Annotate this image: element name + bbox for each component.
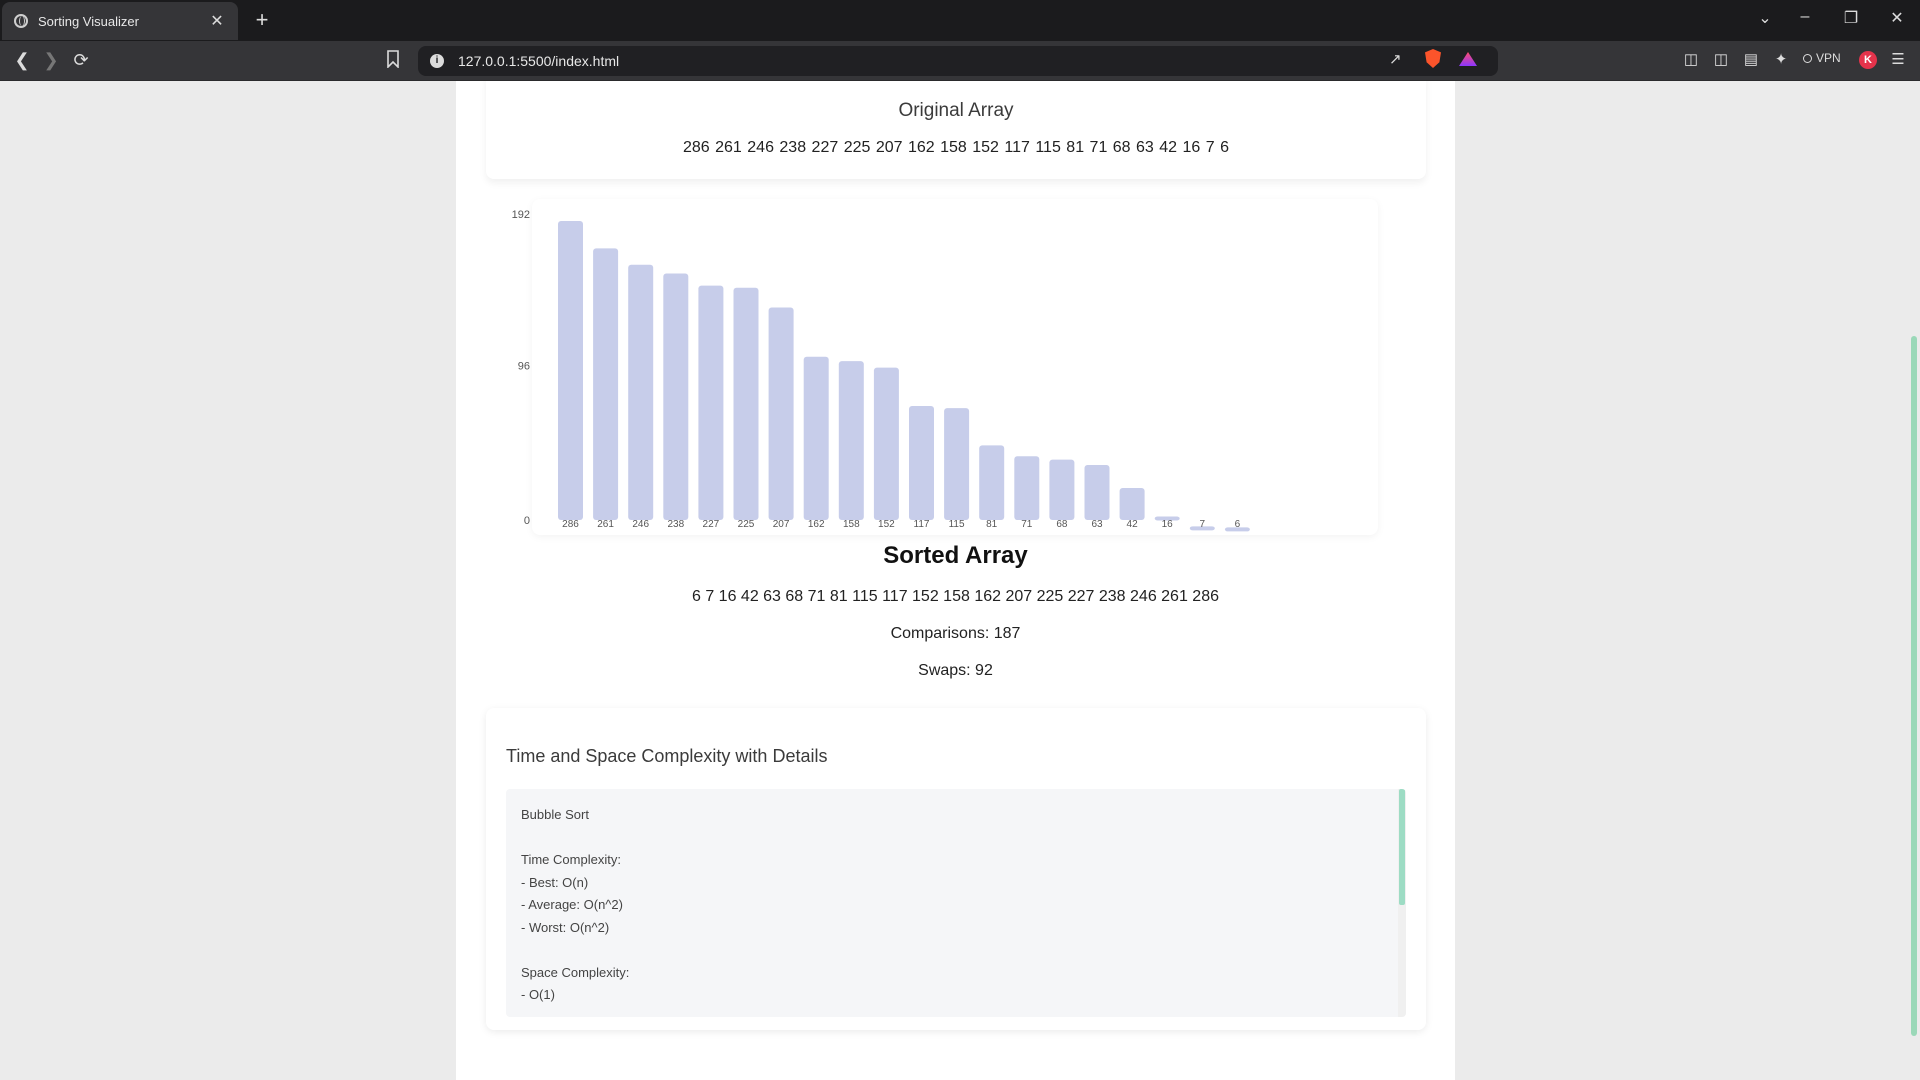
reload-icon[interactable]: ⟳ xyxy=(70,50,92,71)
bar xyxy=(1084,465,1110,520)
sorted-array-title: Sorted Array xyxy=(883,542,1028,569)
bar xyxy=(558,221,583,520)
details-scrollbar-thumb[interactable] xyxy=(1399,789,1405,905)
bar xyxy=(768,307,794,520)
bookmark-icon[interactable] xyxy=(386,50,400,68)
original-array-title: Original Array xyxy=(898,100,1014,121)
complexity-details-box[interactable]: Bubble Sort Time Complexity: - Best: O(n… xyxy=(506,789,1406,1017)
minimize-icon[interactable]: – xyxy=(1793,8,1817,26)
bar xyxy=(1014,456,1040,520)
vpn-button[interactable]: VPN xyxy=(1803,51,1841,65)
bar-chart: 0 96 192 286 261 246 238 227 225 207 162 158 152 117 1… xyxy=(486,187,1426,537)
globe-icon xyxy=(14,14,28,28)
page-scrollbar-thumb[interactable] xyxy=(1911,336,1917,1036)
x-tick-label: 286 xyxy=(562,519,579,530)
bar xyxy=(663,273,689,520)
x-tick-label: 16 xyxy=(1162,519,1174,530)
x-tick-label: 117 xyxy=(914,519,930,530)
main-container: Original Array 286 261 246 238 227 225 2… xyxy=(456,81,1455,1080)
x-tick-label: 238 xyxy=(667,519,684,530)
x-tick-label: 7 xyxy=(1200,519,1206,530)
swaps-count: Swaps: 92 xyxy=(918,662,993,679)
bar xyxy=(698,285,724,520)
x-tick-label: 246 xyxy=(632,519,649,530)
browser-tab[interactable]: Sorting Visualizer ✕ xyxy=(2,2,238,40)
browser-tab-strip: Sorting Visualizer ✕ + ⌄ – ❐ ✕ xyxy=(0,0,1920,41)
original-array-values: 286 261 246 238 227 225 207 162 158 152 … xyxy=(682,139,1229,156)
bar xyxy=(1119,488,1145,520)
sidebar-icon[interactable]: ◫ xyxy=(1711,50,1731,68)
page-scrollbar[interactable] xyxy=(1908,81,1920,1080)
x-tick-label: 158 xyxy=(843,519,860,530)
x-tick-label: 115 xyxy=(949,519,965,530)
bar xyxy=(944,408,970,520)
x-tick-label: 225 xyxy=(738,519,755,530)
x-tick-label: 71 xyxy=(1021,519,1033,530)
bar-chart-svg: 0 96 192 286 261 246 238 227 225 207 162 158 152 117 1… xyxy=(512,209,1250,532)
bar xyxy=(628,264,654,520)
details-scrollbar[interactable] xyxy=(1398,789,1406,1017)
bar xyxy=(909,405,934,520)
comparisons-count: Comparisons: 187 xyxy=(890,625,1021,642)
back-arrow-icon[interactable]: ❮ xyxy=(11,50,33,71)
tab-search-chevron-icon[interactable]: ⌄ xyxy=(1753,8,1777,28)
sorted-array-values: 6 7 16 42 63 68 71 81 115 117 152 158 16… xyxy=(691,588,1219,605)
new-tab-button[interactable]: + xyxy=(250,7,274,33)
bar xyxy=(1049,459,1075,520)
x-tick-label: 261 xyxy=(597,519,614,530)
hamburger-menu-icon[interactable]: ☰ xyxy=(1888,50,1908,68)
sparkle-icon[interactable]: ✦ xyxy=(1771,50,1791,68)
bar xyxy=(593,248,619,520)
x-tick-label: 152 xyxy=(878,519,895,530)
complexity-details-text: Bubble Sort Time Complexity: - Best: O(n… xyxy=(521,807,630,1002)
y-tick-label: 192 xyxy=(512,209,530,221)
close-tab-icon[interactable]: ✕ xyxy=(208,11,226,31)
x-tick-label: 68 xyxy=(1056,519,1068,530)
url-text: 127.0.0.1:5500/index.html xyxy=(458,53,620,69)
x-tick-label: 42 xyxy=(1127,519,1139,530)
x-tick-label: 207 xyxy=(773,519,790,530)
wallet-icon[interactable]: ▤ xyxy=(1741,50,1761,68)
x-tick-label: 6 xyxy=(1235,519,1241,530)
y-tick-label: 96 xyxy=(518,361,530,373)
original-array-card: Original Array 286 261 246 238 227 225 2… xyxy=(486,81,1426,179)
browser-toolbar: ❮ ❯ ⟳ i 127.0.0.1:5500/index.html ↗ ◫ ◫ … xyxy=(0,41,1920,81)
complexity-card: Time and Space Complexity with Details B… xyxy=(486,708,1426,1030)
address-bar[interactable]: i 127.0.0.1:5500/index.html xyxy=(418,46,1498,76)
bar xyxy=(873,367,899,520)
bar xyxy=(733,287,759,520)
profile-avatar[interactable]: K xyxy=(1859,51,1877,69)
vpn-status-icon xyxy=(1803,53,1812,63)
puzzle-icon[interactable]: ◫ xyxy=(1681,50,1701,68)
info-icon[interactable]: i xyxy=(430,54,444,68)
bar xyxy=(838,361,864,520)
bar xyxy=(979,445,1005,520)
bar xyxy=(803,356,829,520)
x-tick-label: 81 xyxy=(986,519,998,530)
y-tick-label: 0 xyxy=(524,515,530,527)
forward-arrow-icon[interactable]: ❯ xyxy=(40,50,62,71)
vpn-label: VPN xyxy=(1816,51,1841,65)
x-tick-label: 63 xyxy=(1091,519,1103,530)
page-viewport: Original Array 286 261 246 238 227 225 2… xyxy=(0,81,1920,1080)
x-tick-label: 227 xyxy=(703,519,720,530)
restore-icon[interactable]: ❐ xyxy=(1839,8,1863,28)
share-icon[interactable]: ↗ xyxy=(1389,50,1402,68)
tab-title: Sorting Visualizer xyxy=(38,13,139,29)
x-tick-label: 162 xyxy=(808,519,825,530)
window-close-icon[interactable]: ✕ xyxy=(1885,8,1909,28)
complexity-title: Time and Space Complexity with Details xyxy=(506,746,828,766)
